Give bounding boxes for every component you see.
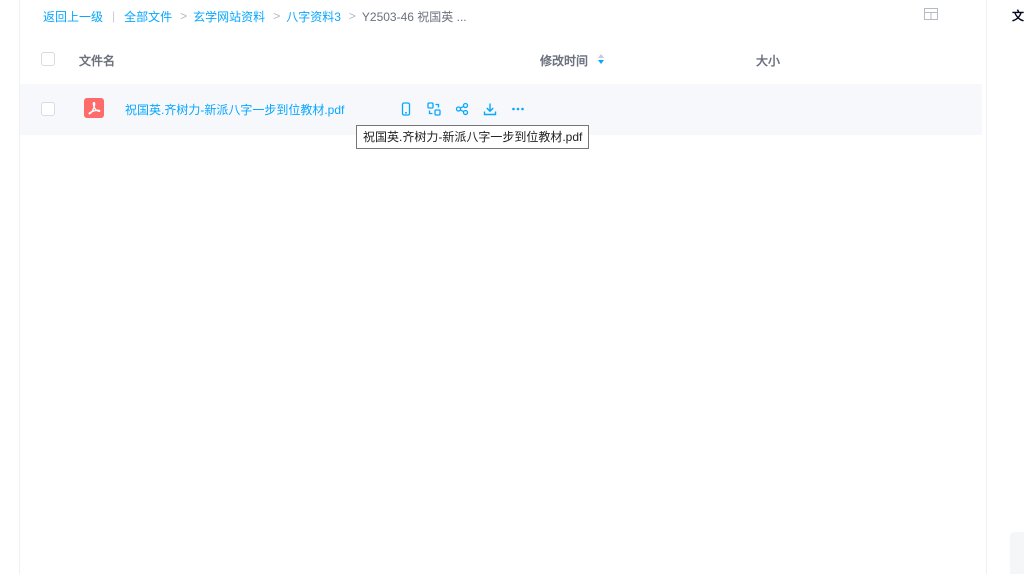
share-icon[interactable] bbox=[453, 100, 471, 118]
breadcrumb: 返回上一级 | 全部文件 > 玄学网站资料 > 八字资料3 > Y2503-46… bbox=[43, 7, 467, 25]
details-panel-title: 文件 bbox=[1012, 9, 1024, 23]
phone-view-icon[interactable] bbox=[397, 100, 415, 118]
left-edge bbox=[0, 0, 20, 574]
file-details-panel: 文件 bbox=[986, 0, 1024, 574]
breadcrumb-folder-2[interactable]: 八字资料3 bbox=[286, 8, 341, 25]
sort-icon[interactable] bbox=[597, 52, 605, 66]
breadcrumb-separator: > bbox=[348, 9, 356, 23]
breadcrumb-divider: | bbox=[112, 9, 116, 23]
column-header-name[interactable]: 文件名 bbox=[79, 52, 115, 69]
back-link[interactable]: 返回上一级 bbox=[43, 8, 103, 25]
convert-icon[interactable] bbox=[425, 100, 443, 118]
more-options-icon[interactable] bbox=[509, 100, 527, 118]
download-icon[interactable] bbox=[481, 100, 499, 118]
file-list-panel: 返回上一级 | 全部文件 > 玄学网站资料 > 八字资料3 > Y2503-46… bbox=[20, 0, 986, 574]
grid-view-icon[interactable] bbox=[924, 8, 938, 20]
column-header-modified[interactable]: 修改时间 bbox=[540, 52, 588, 69]
breadcrumb-folder-1[interactable]: 玄学网站资料 bbox=[193, 8, 265, 25]
breadcrumb-current: Y2503-46 祝国英 ... bbox=[361, 9, 467, 24]
row-checkbox[interactable] bbox=[41, 102, 55, 116]
file-name-tooltip: 祝国英.齐树力-新派八字一步到位教材.pdf bbox=[356, 125, 590, 149]
panel-bottom-button[interactable] bbox=[1010, 532, 1024, 574]
breadcrumb-separator: > bbox=[180, 9, 188, 23]
table-header: 文件名 修改时间 大小 bbox=[20, 44, 982, 74]
pdf-file-icon bbox=[84, 98, 104, 118]
row-actions bbox=[397, 100, 537, 118]
breadcrumb-separator: > bbox=[273, 9, 281, 23]
select-all-checkbox[interactable] bbox=[41, 52, 55, 66]
breadcrumb-all-files[interactable]: 全部文件 bbox=[124, 8, 172, 25]
file-name-link[interactable]: 祝国英.齐树力-新派八字一步到位教材.pdf bbox=[125, 101, 344, 118]
column-header-size[interactable]: 大小 bbox=[756, 52, 780, 69]
